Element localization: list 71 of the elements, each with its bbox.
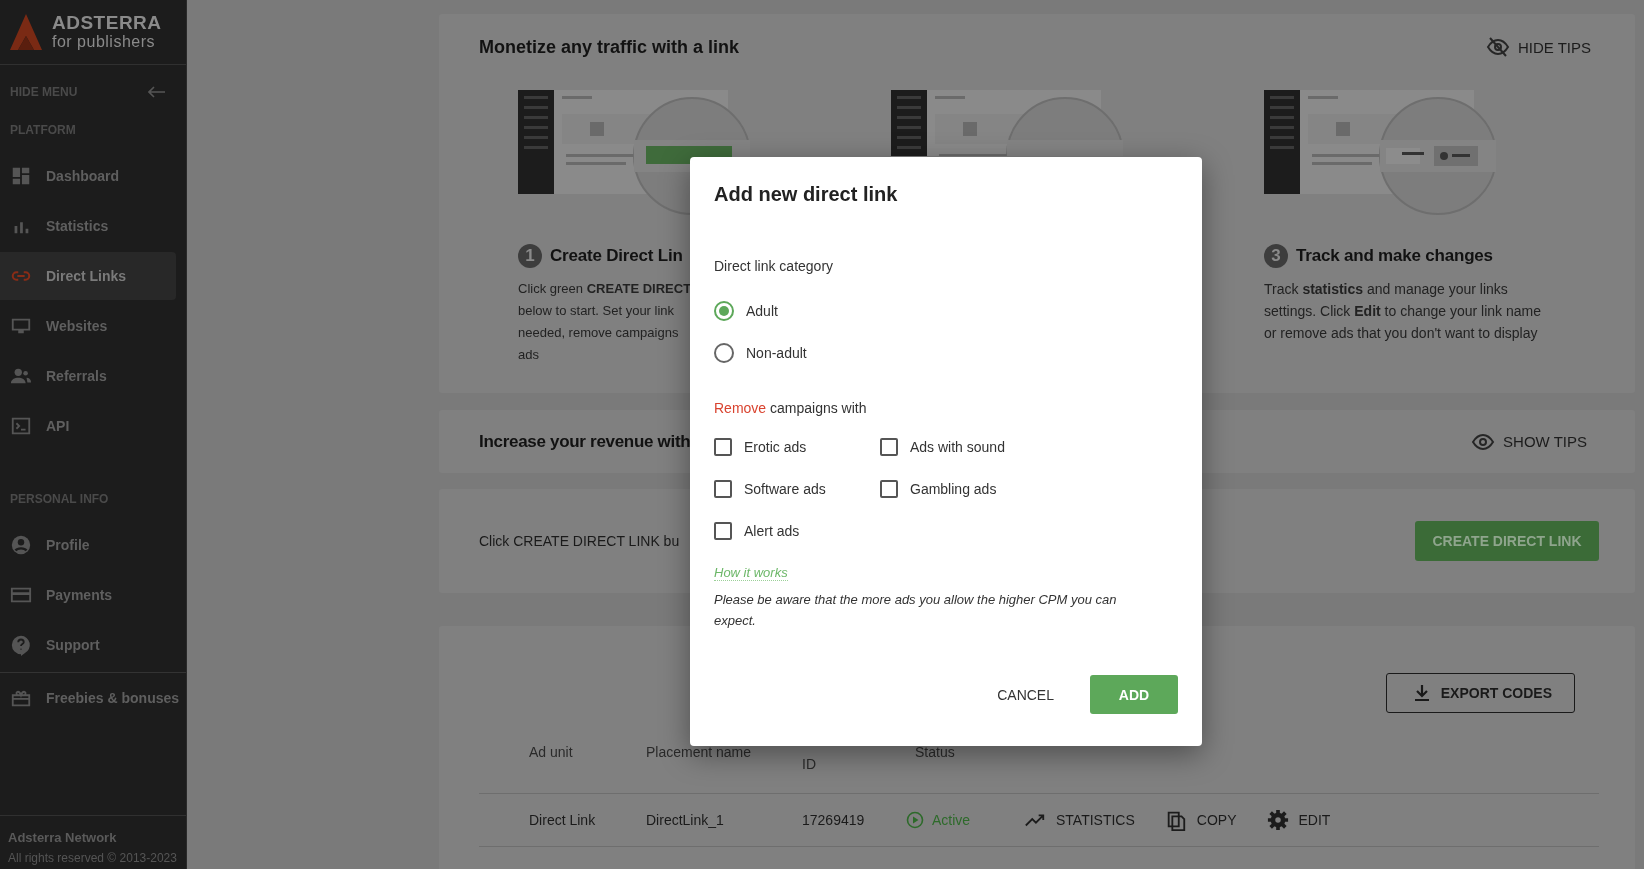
- radio-button[interactable]: [714, 343, 734, 363]
- radio-option[interactable]: Adult: [714, 290, 1178, 332]
- step-text: below to start. Set your link: [518, 302, 675, 320]
- checkbox-option[interactable]: Gambling ads: [880, 468, 1080, 510]
- step-title: Create Direct Lin: [550, 246, 683, 266]
- dashboard-icon: [10, 165, 32, 187]
- play-icon: [906, 811, 924, 829]
- field-label: Direct link category: [714, 258, 835, 274]
- logo-icon: [10, 14, 42, 50]
- nav-item[interactable]: Direct Links: [0, 252, 176, 300]
- step-text: needed, remove campaigns: [518, 324, 679, 342]
- how-it-works-link[interactable]: How it works: [714, 565, 788, 581]
- checkbox[interactable]: [880, 438, 898, 456]
- status-text: Active: [932, 812, 971, 828]
- checkbox-option[interactable]: Erotic ads: [714, 426, 880, 468]
- cancel-button[interactable]: CANCEL: [985, 678, 1066, 711]
- checkbox[interactable]: [714, 438, 732, 456]
- company-name: Adsterra Network: [8, 830, 118, 845]
- person-icon: [10, 534, 32, 556]
- hide-tips-button[interactable]: HIDE TIPS: [1485, 37, 1595, 57]
- checkbox[interactable]: [880, 480, 898, 498]
- checkbox-option[interactable]: Ads with sound: [880, 426, 1080, 468]
- note-text: Please be aware that the more ads you allow the higher CPM you can expect.: [714, 591, 1118, 630]
- help-icon: [10, 634, 32, 656]
- dialog-title: Add new direct link: [714, 183, 899, 206]
- column-header: ID: [802, 756, 816, 772]
- copyright-text: All rights reserved © 2013-2023: [8, 851, 178, 865]
- column-header: Ad unit: [529, 744, 573, 760]
- download-icon: [1412, 684, 1431, 702]
- add-button[interactable]: ADD: [1090, 675, 1178, 714]
- table-cell: Direct Link: [529, 812, 596, 828]
- table-cell: DirectLink_1: [646, 812, 724, 828]
- card-title: Monetize any traffic with a link: [479, 36, 740, 58]
- column-header: Status: [915, 744, 955, 760]
- eye-off-icon: [1485, 37, 1510, 57]
- field-label: Remove campaigns with: [714, 400, 868, 416]
- terminal-icon: [10, 415, 32, 437]
- row-action-link[interactable]: STATISTICS: [1024, 809, 1135, 831]
- eye-icon: [1471, 433, 1496, 450]
- checkbox[interactable]: [714, 522, 732, 540]
- row-action-link[interactable]: EDIT: [1266, 809, 1331, 831]
- nav-item[interactable]: Support: [0, 621, 176, 669]
- nav-item[interactable]: Referrals: [0, 352, 176, 400]
- nav-item[interactable]: API: [0, 402, 176, 450]
- radio-option[interactable]: Non-adult: [714, 332, 1178, 374]
- checkbox-option[interactable]: Alert ads: [714, 510, 880, 552]
- checkbox[interactable]: [714, 480, 732, 498]
- row-action-link[interactable]: COPY: [1164, 809, 1237, 831]
- create-direct-link-button[interactable]: CREATE DIRECT LINK: [1415, 521, 1599, 561]
- step-text: Click green CREATE DIRECT: [518, 280, 692, 298]
- nav-item[interactable]: Payments: [0, 571, 176, 619]
- radio-button[interactable]: [714, 301, 734, 321]
- nav-item[interactable]: Websites: [0, 302, 176, 350]
- show-tips-button[interactable]: SHOW TIPS: [1471, 433, 1591, 450]
- logo-name: ADSTERRA: [52, 13, 162, 32]
- gear-icon: [1266, 809, 1289, 831]
- table-cell: 17269419: [802, 812, 865, 828]
- nav-item[interactable]: Profile: [0, 521, 176, 569]
- checkbox-option[interactable]: Software ads: [714, 468, 880, 510]
- logo-tagline: for publishers: [52, 32, 157, 51]
- export-codes-button[interactable]: EXPORT CODES: [1385, 673, 1575, 713]
- step-title: Track and make changes: [1296, 246, 1493, 266]
- step-text: Track statistics and manage your links settings. Click Edit to change your link name or remove ads that you don't want to display: [1264, 280, 1543, 343]
- column-header: Placement name: [646, 744, 752, 760]
- step-number: 1: [518, 244, 542, 268]
- instruction-text: Click CREATE DIRECT LINK bu: [479, 533, 680, 549]
- card-title: Increase your revenue with: [479, 431, 691, 452]
- step-text: ads: [518, 346, 539, 364]
- step-number: 3: [1264, 244, 1288, 268]
- nav-item[interactable]: Statistics: [0, 202, 176, 250]
- nav-item[interactable]: Dashboard: [0, 152, 176, 200]
